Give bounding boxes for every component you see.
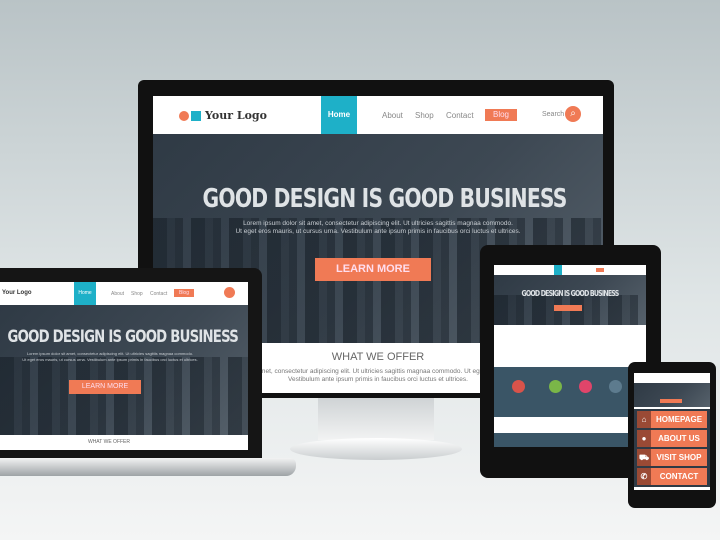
nav-blog[interactable]: Blog (485, 109, 517, 121)
hero-text-1: Lorem ipsum dolor sit amet, consectetur … (243, 220, 513, 227)
home-icon: ⌂ (637, 411, 651, 428)
tablet-nav-blog[interactable] (596, 268, 604, 272)
tablet-learn-more[interactable] (554, 305, 582, 311)
laptop-logo[interactable]: Your Logo (2, 290, 32, 296)
phone-learn-more[interactable] (660, 399, 682, 403)
phone-hero (634, 383, 710, 407)
laptop-offer-title: WHAT WE OFFER (87, 439, 131, 445)
menu-label: ABOUT US (658, 434, 700, 443)
phone-menu-contact[interactable]: ✆ CONTACT (637, 468, 707, 485)
tablet-screen: GOOD DESIGN IS GOOD BUSINESS (494, 265, 646, 447)
tv-icon (512, 380, 525, 393)
nav-bar: Your Logo Home About Shop Contact Blog S… (153, 96, 603, 134)
cart-icon (579, 380, 592, 393)
laptop-nav: Your Logo Home About Shop Contact Blog (0, 282, 248, 305)
laptop-nav-shop[interactable]: Shop (131, 291, 143, 297)
tablet-footer (494, 433, 646, 447)
phone-nav (634, 373, 710, 383)
phone-menu: ⌂ HOMEPAGE ● ABOUT US ⛟ VISIT SHOP ✆ CONTACT (634, 409, 710, 487)
menu-label: CONTACT (659, 472, 699, 481)
laptop-learn-more[interactable]: LEARN MORE (69, 380, 141, 394)
tablet-hero: GOOD DESIGN IS GOOD BUSINESS (494, 275, 646, 325)
hero-text-2: Ut eget eros mauris, ut cursus urna. Ves… (235, 228, 521, 235)
laptop-headline: GOOD DESIGN IS GOOD BUSINESS (7, 327, 239, 347)
nav-about[interactable]: About (382, 111, 403, 120)
tablet-services (494, 367, 646, 417)
search-icon (549, 380, 562, 393)
laptop-nav-contact[interactable]: Contact (150, 291, 167, 297)
tablet-nav-home[interactable] (554, 265, 562, 275)
hero-headline: GOOD DESIGN IS GOOD BUSINESS (202, 184, 568, 214)
phone-icon: ✆ (637, 468, 651, 485)
phone: ⌂ HOMEPAGE ● ABOUT US ⛟ VISIT SHOP ✆ CONTACT (628, 362, 716, 508)
tablet-headline: GOOD DESIGN IS GOOD BUSINESS (521, 289, 620, 298)
logo-text[interactable]: Your Logo (205, 109, 267, 122)
tablet-offer (494, 325, 646, 367)
tablet-nav (494, 265, 646, 275)
laptop-nav-home[interactable]: Home (74, 282, 96, 305)
laptop-text-2: Ut eget eros mauris, ut cursus urna. Ves… (22, 357, 198, 362)
logo-square-icon (191, 111, 201, 121)
phone-menu-shop[interactable]: ⛟ VISIT SHOP (637, 449, 707, 466)
phone-menu-about[interactable]: ● ABOUT US (637, 430, 707, 447)
user-icon: ● (637, 430, 651, 447)
laptop-hero: GOOD DESIGN IS GOOD BUSINESS Lorem ipsum… (0, 305, 248, 435)
nav-home[interactable]: Home (321, 96, 357, 134)
monitor-stand (318, 398, 434, 440)
search-label[interactable]: Search (542, 111, 564, 118)
thumbs-up-icon (609, 380, 622, 393)
phone-screen: ⌂ HOMEPAGE ● ABOUT US ⛟ VISIT SHOP ✆ CONTACT (634, 373, 710, 490)
laptop-search-icon[interactable] (224, 287, 235, 298)
nav-contact[interactable]: Contact (446, 111, 474, 120)
logo-circle-icon (179, 111, 189, 121)
cart-icon: ⛟ (637, 449, 651, 466)
laptop-base (0, 458, 296, 476)
monitor-base (290, 438, 462, 460)
menu-label: VISIT SHOP (656, 453, 702, 462)
phone-menu-homepage[interactable]: ⌂ HOMEPAGE (637, 411, 707, 428)
laptop-nav-about[interactable]: About (111, 291, 124, 297)
laptop-nav-blog[interactable]: Blog (174, 289, 194, 297)
city-skyline (0, 357, 248, 435)
menu-label: HOMEPAGE (655, 415, 703, 424)
laptop-text-1: Lorem ipsum dolor sit amet, consectetur … (26, 351, 194, 356)
laptop-screen: Your Logo Home About Shop Contact Blog G… (0, 282, 248, 450)
search-icon[interactable]: ⌕ (565, 106, 581, 122)
nav-shop[interactable]: Shop (415, 111, 434, 120)
laptop: Your Logo Home About Shop Contact Blog G… (0, 268, 262, 458)
learn-more-button[interactable]: LEARN MORE (315, 258, 431, 281)
